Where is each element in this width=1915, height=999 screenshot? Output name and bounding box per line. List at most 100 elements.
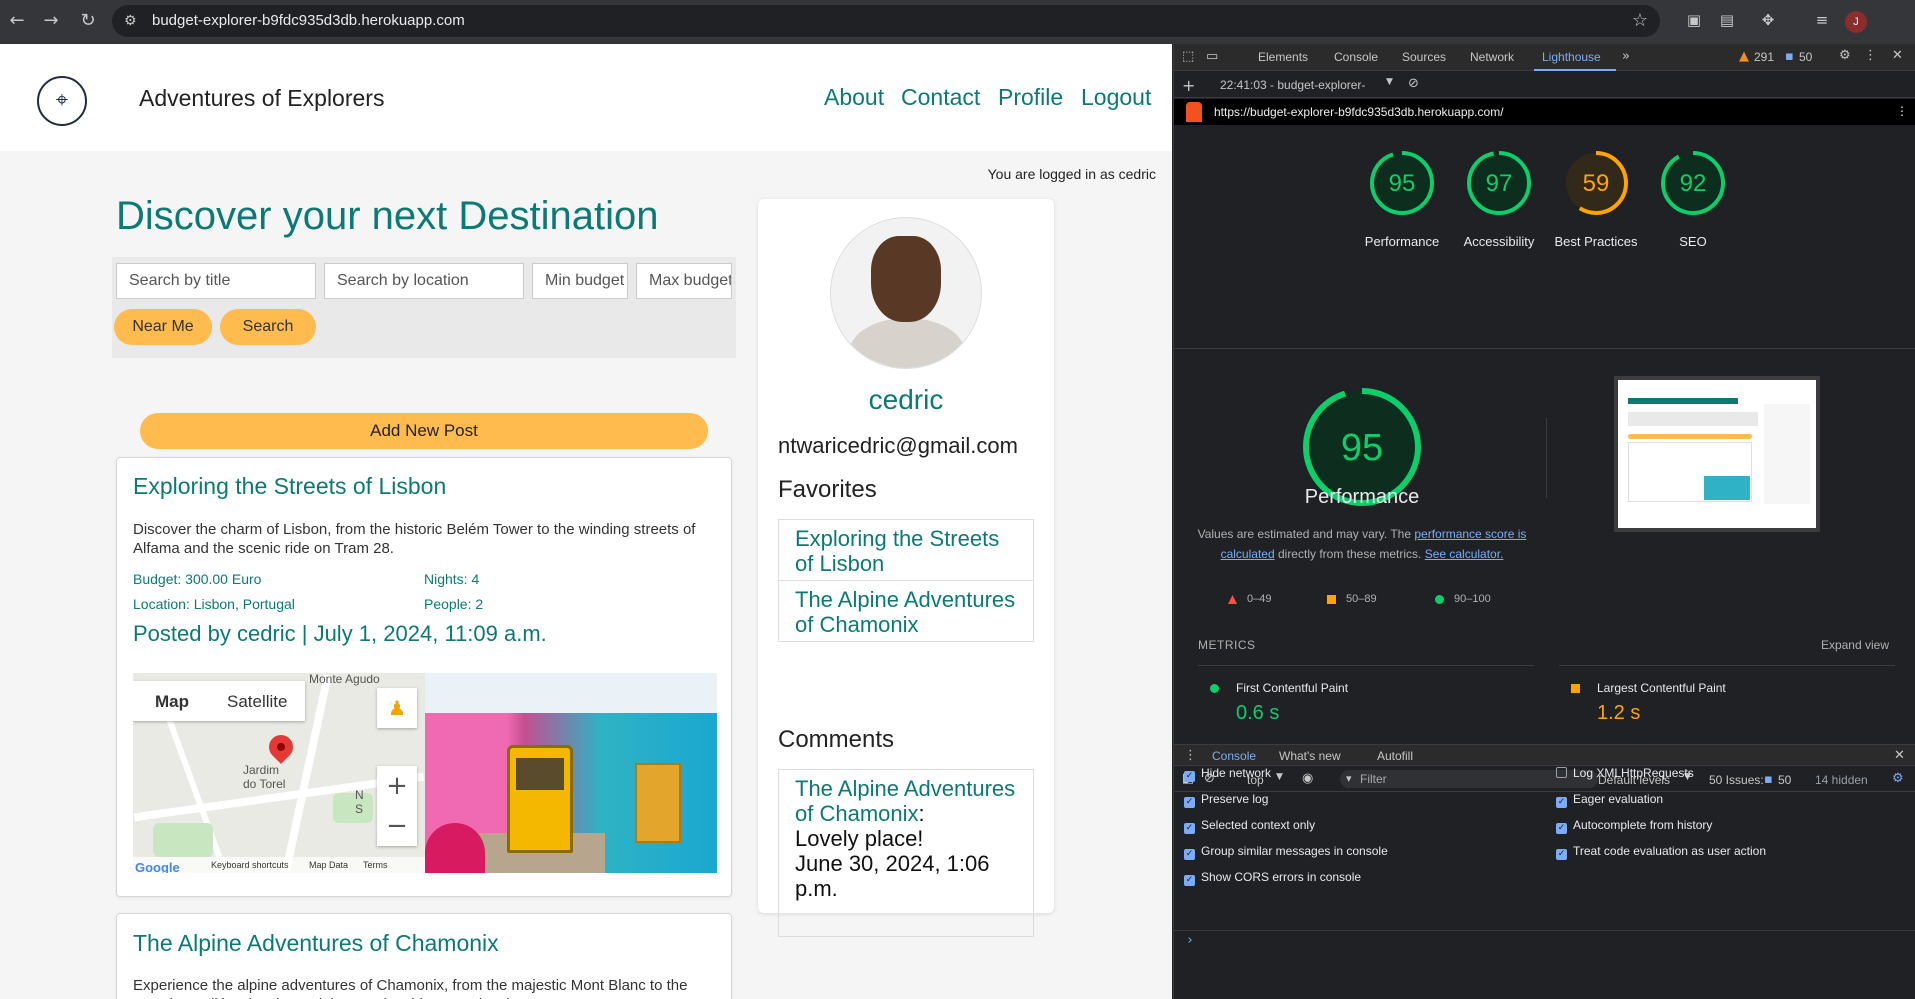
extension-icon[interactable]: ▤ — [1717, 11, 1737, 31]
drawer-tab-autofill[interactable]: Autofill — [1377, 749, 1413, 763]
console-prompt-icon[interactable]: › — [1186, 933, 1194, 948]
more-tabs-chevron-icon[interactable]: » — [1622, 49, 1630, 64]
nav-profile-link[interactable]: Profile — [998, 84, 1063, 111]
zoom-out-button[interactable]: − — [377, 806, 417, 846]
avatar-shoulders — [849, 318, 965, 368]
warning-count[interactable]: 291 — [1754, 50, 1774, 64]
drawer-menu-icon[interactable]: ⋮ — [1184, 748, 1197, 763]
console-option[interactable]: ✓ Treat code evaluation as user action — [1556, 844, 1766, 860]
metric-value-lcp: 1.2 s — [1597, 702, 1641, 724]
score-value: 97 — [1485, 170, 1513, 197]
reading-list-icon[interactable]: ≡ — [1812, 11, 1832, 31]
post-title-link[interactable]: Exploring the Streets of Lisbon — [133, 473, 446, 500]
checkbox-icon[interactable]: ✓ — [1556, 823, 1567, 834]
checkbox-icon[interactable]: ✓ — [1556, 797, 1567, 808]
checkbox-icon[interactable]: ✓ — [1184, 849, 1195, 860]
message-icon[interactable]: ▪ — [1785, 49, 1794, 64]
score-gauge[interactable]: 92 SEO — [1660, 150, 1726, 249]
tab-sources[interactable]: Sources — [1402, 50, 1446, 64]
close-drawer-icon[interactable]: ✕ — [1894, 748, 1905, 763]
console-option[interactable]: ✓ Preserve log — [1184, 792, 1268, 808]
map-tab-map[interactable]: Map — [155, 692, 189, 712]
score-value: 92 — [1679, 170, 1707, 197]
console-option[interactable]: ✓ Group similar messages in console — [1184, 844, 1388, 860]
score-gauge[interactable]: 59 Best Practices — [1554, 150, 1638, 249]
clear-reports-icon[interactable]: ⊘ — [1408, 76, 1419, 91]
comment-post-link[interactable]: The Alpine Adventures of Chamonix — [795, 776, 1015, 826]
add-new-post-button[interactable]: Add New Post — [140, 413, 708, 449]
drawer-tab-console[interactable]: Console — [1212, 749, 1256, 763]
min-budget-input[interactable]: Min budget — [532, 263, 628, 299]
issues-count[interactable]: 50 — [1778, 773, 1791, 787]
tab-elements[interactable]: Elements — [1258, 50, 1308, 64]
console-option[interactable]: ✓ Selected context only — [1184, 818, 1315, 834]
tab-lighthouse[interactable]: Lighthouse — [1542, 50, 1601, 64]
issues-label[interactable]: 50 Issues: — [1709, 773, 1764, 787]
forward-icon[interactable]: → — [40, 10, 62, 32]
tab-network[interactable]: Network — [1470, 50, 1514, 64]
score-gauge[interactable]: 97 Accessibility — [1464, 150, 1534, 249]
street-view-pegman-icon[interactable]: ♟ — [377, 688, 417, 728]
near-me-button[interactable]: Near Me — [114, 309, 212, 345]
max-budget-input[interactable]: Max budget — [636, 263, 732, 299]
checkbox-icon[interactable] — [1556, 767, 1567, 778]
favorite-item-link[interactable]: Exploring the Streets of Lisbon — [779, 520, 1033, 580]
option-label: Show CORS errors in console — [1201, 870, 1362, 884]
keyboard-shortcuts-link[interactable]: Keyboard shortcuts — [211, 860, 289, 870]
dropdown-caret-icon[interactable]: ▼ — [1276, 772, 1283, 782]
back-icon[interactable]: ← — [6, 10, 28, 32]
live-expression-eye-icon[interactable]: ◉ — [1302, 771, 1313, 786]
profile-avatar[interactable]: J — [1845, 11, 1867, 33]
console-option[interactable]: ✓ Show CORS errors in console — [1184, 870, 1361, 886]
inspect-element-icon[interactable]: ⬚ — [1182, 49, 1194, 64]
map-data-link[interactable]: Map Data — [309, 860, 348, 870]
map-marker-icon[interactable] — [264, 730, 298, 764]
site-info-icon[interactable]: ⚙ — [124, 13, 137, 29]
calculator-link[interactable]: See calculator. — [1425, 547, 1504, 561]
checkbox-icon[interactable]: ✓ — [1184, 875, 1195, 886]
more-options-icon[interactable]: ⋮ — [1864, 48, 1877, 63]
extensions-puzzle-icon[interactable]: ✥ — [1758, 11, 1778, 31]
console-option[interactable]: ✓ Autocomplete from history — [1556, 818, 1712, 834]
site-title: Adventures of Explorers — [139, 85, 385, 111]
zoom-in-button[interactable]: + — [377, 766, 417, 806]
expand-view-toggle[interactable]: Expand view — [1821, 638, 1889, 652]
reload-icon[interactable]: ↻ — [77, 10, 99, 32]
extension-icon[interactable]: ▣ — [1684, 11, 1704, 31]
google-map[interactable]: Monte Agudo Jardim do Torel N S Map Sate… — [133, 673, 425, 873]
address-bar[interactable]: ⚙ budget-explorer-b9fdc935d3db.herokuapp… — [112, 5, 1660, 37]
new-report-plus-icon[interactable]: + — [1182, 76, 1195, 95]
tab-console[interactable]: Console — [1334, 50, 1378, 64]
report-menu-icon[interactable]: ⋮ — [1896, 104, 1908, 118]
drawer-tab-whats-new[interactable]: What's new — [1279, 749, 1341, 763]
checkbox-icon[interactable]: ✓ — [1184, 771, 1195, 782]
nav-logout-link[interactable]: Logout — [1081, 84, 1151, 111]
terms-link[interactable]: Terms — [363, 860, 388, 870]
console-option[interactable]: ✓ Hide network — [1184, 766, 1271, 782]
nav-about-link[interactable]: About — [824, 84, 884, 111]
telescope-logo-icon[interactable]: ⌖ — [37, 76, 87, 126]
warning-icon[interactable]: ▲ — [1739, 49, 1749, 64]
search-location-input[interactable]: Search by location — [324, 263, 524, 299]
report-selector[interactable]: 22:41:03 - budget-explorer- — [1220, 78, 1365, 92]
map-tab-satellite[interactable]: Satellite — [227, 692, 287, 712]
console-option[interactable]: Log XMLHttpRequests — [1556, 766, 1694, 780]
post-title-link[interactable]: The Alpine Adventures of Chamonix — [133, 930, 499, 957]
bookmark-star-icon[interactable]: ☆ — [1632, 10, 1648, 31]
score-gauge[interactable]: 95 Performance — [1365, 150, 1439, 249]
close-devtools-icon[interactable]: ✕ — [1892, 48, 1903, 63]
favorite-item-link[interactable]: The Alpine Adventures of Chamonix — [779, 580, 1033, 641]
nav-contact-link[interactable]: Contact — [901, 84, 980, 111]
settings-gear-icon[interactable]: ⚙ — [1839, 48, 1851, 63]
message-count[interactable]: 50 — [1799, 50, 1812, 64]
console-option[interactable]: ✓ Eager evaluation — [1556, 792, 1663, 808]
console-settings-gear-icon[interactable]: ⚙ — [1892, 771, 1904, 786]
page-screenshot-thumbnail — [1614, 376, 1820, 532]
checkbox-icon[interactable]: ✓ — [1184, 823, 1195, 834]
search-title-input[interactable]: Search by title — [116, 263, 316, 299]
dropdown-caret-icon[interactable]: ▼ — [1386, 77, 1393, 87]
device-toolbar-icon[interactable]: ▭ — [1206, 49, 1218, 64]
search-button[interactable]: Search — [220, 309, 316, 345]
checkbox-icon[interactable]: ✓ — [1556, 849, 1567, 860]
checkbox-icon[interactable]: ✓ — [1184, 797, 1195, 808]
